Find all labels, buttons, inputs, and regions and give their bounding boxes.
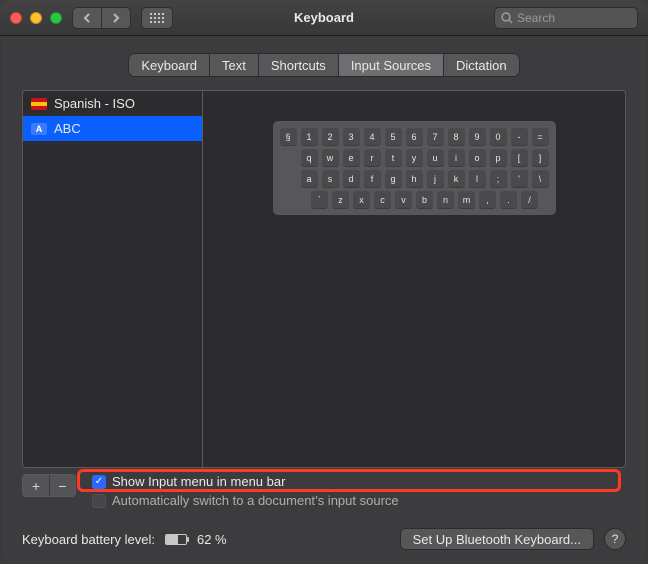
key: 6: [406, 128, 423, 145]
window-controls: [10, 12, 62, 24]
input-source-panel: Spanish - ISO A ABC §1234567890-= qwertyu…: [22, 90, 626, 468]
tab-area: Keyboard Text Shortcuts Input Sources Di…: [0, 36, 648, 90]
main-pane: Spanish - ISO A ABC §1234567890-= qwertyu…: [0, 90, 648, 514]
key: z: [332, 191, 349, 208]
keyboard-preview: §1234567890-= qwertyuiop[] asdfghjkl;'\ `zx…: [203, 91, 625, 467]
key: d: [343, 170, 360, 187]
options-checks: ✓ Show Input menu in menu bar Automatica…: [82, 474, 626, 508]
key: l: [469, 170, 486, 187]
titlebar: Keyboard Search: [0, 0, 648, 36]
key: y: [406, 149, 423, 166]
source-abc[interactable]: A ABC: [23, 116, 202, 141]
key: f: [364, 170, 381, 187]
abc-icon: A: [31, 123, 47, 135]
battery-icon: [165, 534, 187, 545]
key: §: [280, 128, 297, 145]
search-field[interactable]: Search: [494, 7, 638, 29]
search-icon: [501, 12, 513, 24]
key: `: [311, 191, 328, 208]
check-label: Show Input menu in menu bar: [112, 474, 285, 489]
key: m: [458, 191, 475, 208]
key: q: [301, 149, 318, 166]
key: [: [511, 149, 528, 166]
key: w: [322, 149, 339, 166]
battery-percent: 62 %: [197, 532, 227, 547]
key: ,: [479, 191, 496, 208]
key: t: [385, 149, 402, 166]
forward-button[interactable]: [101, 7, 131, 29]
key: a: [301, 170, 318, 187]
input-source-list[interactable]: Spanish - ISO A ABC: [23, 91, 203, 467]
zoom-button[interactable]: [50, 12, 62, 24]
checkbox-icon: ✓: [92, 475, 106, 489]
add-source-button[interactable]: +: [23, 475, 49, 496]
tab-dictation[interactable]: Dictation: [444, 54, 519, 76]
key: =: [532, 128, 549, 145]
key: n: [437, 191, 454, 208]
key: j: [427, 170, 444, 187]
preferences-window: Keyboard Search Keyboard Text Shortcuts …: [0, 0, 648, 564]
key: .: [500, 191, 517, 208]
source-spanish-iso[interactable]: Spanish - ISO: [23, 91, 202, 116]
key: \: [532, 170, 549, 187]
nav-group: [72, 7, 131, 29]
key: c: [374, 191, 391, 208]
tab-shortcuts[interactable]: Shortcuts: [259, 54, 339, 76]
add-remove-group: + −: [22, 474, 76, 497]
search-placeholder: Search: [517, 11, 555, 25]
grid-icon: [150, 13, 164, 23]
key: v: [395, 191, 412, 208]
tab-text[interactable]: Text: [210, 54, 259, 76]
tab-keyboard[interactable]: Keyboard: [129, 54, 210, 76]
key: i: [448, 149, 465, 166]
key: o: [469, 149, 486, 166]
help-button[interactable]: ?: [604, 528, 626, 550]
key: b: [416, 191, 433, 208]
key: ;: [490, 170, 507, 187]
key: s: [322, 170, 339, 187]
key: 5: [385, 128, 402, 145]
key: 7: [427, 128, 444, 145]
flag-icon: [31, 98, 47, 110]
tab-segments: Keyboard Text Shortcuts Input Sources Di…: [129, 54, 518, 76]
key: u: [427, 149, 444, 166]
key: r: [364, 149, 381, 166]
footer: Keyboard battery level: 62 % Set Up Blue…: [0, 514, 648, 564]
key: 0: [490, 128, 507, 145]
key: 1: [301, 128, 318, 145]
source-label: ABC: [54, 121, 81, 136]
key: p: [490, 149, 507, 166]
key: 8: [448, 128, 465, 145]
key: 4: [364, 128, 381, 145]
close-button[interactable]: [10, 12, 22, 24]
key: 9: [469, 128, 486, 145]
show-all-button[interactable]: [141, 7, 173, 29]
key: k: [448, 170, 465, 187]
check-show-input-menu[interactable]: ✓ Show Input menu in menu bar: [92, 474, 626, 489]
key: x: [353, 191, 370, 208]
tab-input-sources[interactable]: Input Sources: [339, 54, 444, 76]
key: -: [511, 128, 528, 145]
key: ': [511, 170, 528, 187]
key: h: [406, 170, 423, 187]
setup-bluetooth-button[interactable]: Set Up Bluetooth Keyboard...: [400, 528, 594, 550]
list-footer: + − ✓ Show Input menu in menu bar Automa…: [22, 474, 626, 508]
minimize-button[interactable]: [30, 12, 42, 24]
check-auto-switch[interactable]: Automatically switch to a document’s inp…: [92, 493, 626, 508]
key: g: [385, 170, 402, 187]
key: 3: [343, 128, 360, 145]
checkbox-icon: [92, 494, 106, 508]
key: ]: [532, 149, 549, 166]
back-button[interactable]: [72, 7, 102, 29]
check-label: Automatically switch to a document’s inp…: [112, 493, 399, 508]
key: e: [343, 149, 360, 166]
key: 2: [322, 128, 339, 145]
source-label: Spanish - ISO: [54, 96, 135, 111]
key: /: [521, 191, 538, 208]
remove-source-button[interactable]: −: [49, 475, 75, 496]
battery-label: Keyboard battery level:: [22, 532, 155, 547]
